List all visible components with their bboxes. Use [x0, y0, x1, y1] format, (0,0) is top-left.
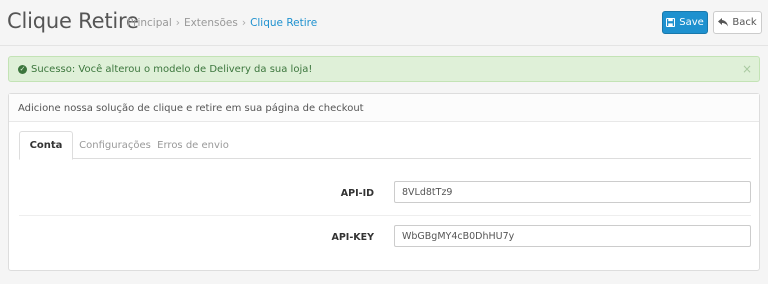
save-button[interactable]: Save [662, 11, 708, 34]
breadcrumb-item-principal[interactable]: Principal [127, 17, 172, 29]
save-icon [666, 18, 676, 27]
api-key-input[interactable] [394, 225, 751, 247]
api-key-row: API-KEY [19, 216, 751, 260]
tab-configuracoes[interactable]: Configurações [75, 131, 155, 159]
page-title: Clique Retire [7, 9, 139, 33]
api-id-row: API-ID [19, 172, 751, 216]
breadcrumb: Principal › Extensões › Clique Retire [127, 17, 317, 29]
settings-panel: Adicione nossa solução de clique e retir… [8, 93, 760, 271]
back-button[interactable]: Back [713, 11, 762, 34]
alert-message: Sucesso: Você alterou o modelo de Delive… [31, 63, 313, 75]
api-id-label: API-ID [340, 188, 374, 199]
tab-conta[interactable]: Conta [19, 131, 73, 160]
panel-heading: Adicione nossa solução de clique e retir… [9, 94, 759, 122]
tab-bar: Conta Configurações Erros de envio [19, 131, 751, 160]
breadcrumb-separator: › [175, 17, 180, 29]
breadcrumb-item-current[interactable]: Clique Retire [250, 17, 317, 29]
reply-icon [718, 18, 729, 27]
close-icon[interactable]: × [742, 62, 752, 76]
api-key-label: API-KEY [331, 232, 374, 243]
api-id-input[interactable] [394, 181, 751, 203]
breadcrumb-item-extensoes[interactable]: Extensões [184, 17, 238, 29]
page-header: Clique Retire Principal › Extensões › Clique… [0, 0, 768, 46]
save-button-label: Save [679, 17, 704, 28]
check-circle-icon: ✓ [18, 64, 27, 74]
tab-erros-de-envio[interactable]: Erros de envio [155, 131, 231, 159]
breadcrumb-separator: › [241, 17, 247, 29]
success-alert: ✓ Sucesso: Você alterou o modelo de Deli… [8, 56, 760, 82]
back-button-label: Back [732, 17, 757, 28]
